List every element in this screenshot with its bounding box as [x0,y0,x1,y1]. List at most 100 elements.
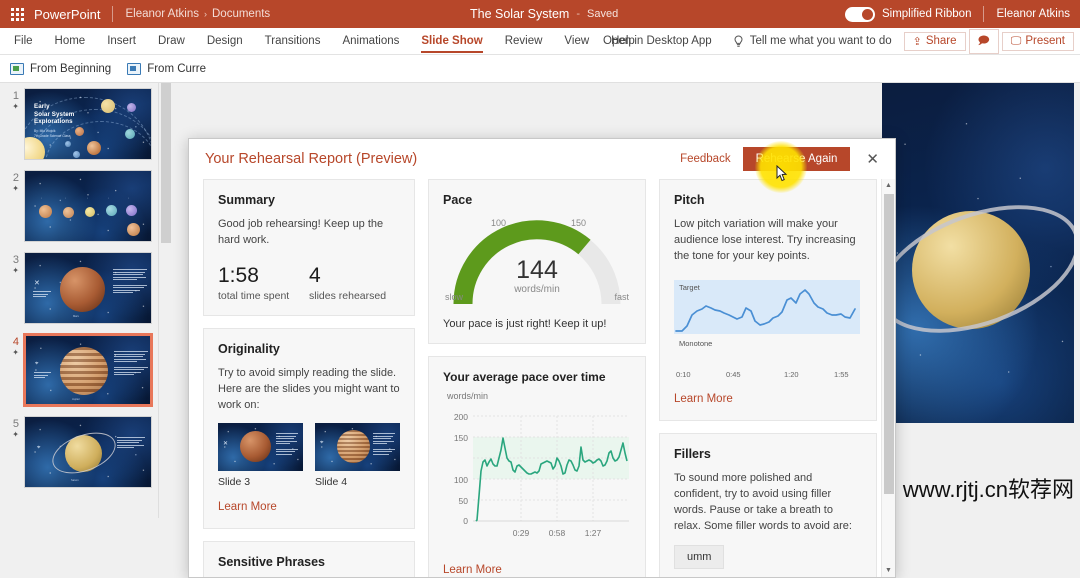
slide-1-subtitle: By: Mia Wojcik7th Grade Science Class [34,129,70,138]
pace-label-slow: slow [445,292,463,302]
tab-slide-show[interactable]: Slide Show [410,28,493,55]
originality-card: Originality Try to avoid simply reading … [203,328,415,529]
spacecraft-icon: ⌖ [320,440,323,447]
mouse-cursor-icon [776,165,788,182]
account-name[interactable]: Eleanor Atkins [996,8,1070,20]
slides-rehearsed-label: slides rehearsed [309,290,400,302]
slide-canvas[interactable] [882,83,1074,423]
tab-animations[interactable]: Animations [331,28,410,55]
comments-button[interactable]: 🗩 [969,29,999,54]
pitch-xtick-4: 1:55 [834,370,849,379]
filler-word-list: umm [674,534,862,569]
originality-heading: Originality [218,342,400,356]
originality-learn-more-link[interactable]: Learn More [218,501,277,513]
thumbnail-scrollbar-thumb[interactable] [161,83,171,243]
tab-design[interactable]: Design [196,28,254,55]
rehearse-again-button[interactable]: Rehearse Again [743,147,851,171]
document-title[interactable]: The Solar System [470,7,569,21]
report-column-1: Summary Good job rehearsing! Keep up the… [203,179,415,577]
slides-rehearsed-value: 4 [309,264,400,288]
app-launcher-icon[interactable] [0,8,34,21]
planet-item [127,223,140,236]
scroll-down-icon[interactable]: ▼ [882,564,895,577]
total-time-value: 1:58 [218,264,309,288]
thumbnail-item-1[interactable]: 1 ✦ EarlySolar SystemExplorations By: Mi… [0,88,172,160]
tab-home[interactable]: Home [44,28,97,55]
tab-review[interactable]: Review [494,28,554,55]
thumbnail-number-3: 3 [4,254,19,266]
pitch-band-top-label: Target [679,283,701,292]
slide-text-lines [117,437,145,450]
tab-transitions[interactable]: Transitions [254,28,332,55]
originality-slide-item[interactable]: ⌖ Slide 4 [315,423,400,488]
spacecraft-icon: ⌖ [37,445,40,452]
svg-text:150: 150 [454,433,468,443]
thumbnail-image-2[interactable]: ▫ ▫ ▫ ▫ ▫ [24,170,152,242]
thumbnail-item-5[interactable]: 5 ✦ ⌖ Saturn [0,416,172,488]
titlebar-right: Simplified Ribbon Eleanor Atkins [845,0,1080,28]
planet-small [65,141,71,147]
thumbnail-item-4[interactable]: 4 ✦ ⌖ Jupiter [0,334,172,406]
thumbnail-image-1[interactable]: EarlySolar SystemExplorations By: Mia Wo… [24,88,152,160]
close-icon[interactable]: ✕ [862,150,883,169]
thumbnail-number-5: 5 [4,418,19,430]
originality-slide-item[interactable]: ✕ Slide 3 [218,423,303,488]
present-button[interactable]: 🖵 Present [1002,32,1074,51]
thumbnail-animation-icon-2: ✦ [4,184,19,194]
feedback-link[interactable]: Feedback [680,153,731,165]
present-screen-icon: 🖵 [1011,35,1022,48]
simplified-ribbon-toggle[interactable] [845,7,875,22]
tab-draw[interactable]: Draw [147,28,196,55]
scroll-up-icon[interactable]: ▲ [882,179,895,192]
pitch-xtick-3: 1:20 [784,370,799,379]
originality-slide-thumbnail-3[interactable]: ✕ [218,423,303,471]
pace-learn-more-link[interactable]: Learn More [443,564,502,576]
slide-thumbnail-pane[interactable]: 1 ✦ EarlySolar SystemExplorations By: Mi… [0,83,172,518]
pitch-body: Low pitch variation will make your audie… [674,216,862,264]
originality-slide-caption-4: Slide 4 [315,476,400,488]
thumbnail-item-3[interactable]: 3 ✦ ✕ Mars [0,252,172,324]
summary-stats: 1:58 total time spent 4 slides rehearsed [218,264,400,302]
breadcrumb-user[interactable]: Eleanor Atkins [125,8,199,20]
title-bar: PowerPoint Eleanor Atkins › Documents Th… [0,0,1080,28]
pitch-band-bottom-label: Monotone [679,339,712,348]
originality-slide-list: ✕ Slide 3 ⌖ [218,423,400,488]
thumbnail-image-4[interactable]: ⌖ Jupiter [24,334,152,406]
tell-me-search[interactable]: Tell me what you want to do [724,35,901,48]
thumbnail-image-3[interactable]: ✕ Mars [24,252,152,324]
pitch-learn-more-link[interactable]: Learn More [674,393,733,405]
planet-jupiter [60,347,108,395]
from-beginning-button[interactable]: From Beginning [10,63,111,75]
chevron-right-icon: › [204,9,207,19]
breadcrumb: Eleanor Atkins › Documents [113,8,270,20]
slide-1-title: EarlySolar SystemExplorations [34,103,74,126]
thumbnail-animation-icon-1: ✦ [4,102,19,112]
tab-file[interactable]: File [0,28,44,55]
breadcrumb-folder[interactable]: Documents [212,8,270,20]
tab-insert[interactable]: Insert [96,28,147,55]
pace-gauge: 144 words/min 100 150 slow fast [443,216,631,308]
pace-message: Your pace is just right! Keep it up! [443,318,631,330]
report-column-2: Pace 144 words/min 100 150 slow fast [428,179,646,577]
report-columns: Summary Good job rehearsing! Keep up the… [189,179,881,577]
svg-text:200: 200 [454,412,468,422]
thumbnail-pane-scrollbar[interactable] [158,83,172,518]
planet-mars [240,431,271,462]
dialog-scrollbar-thumb[interactable] [884,194,894,494]
from-current-slide-button[interactable]: From Curre [127,63,206,75]
dialog-scrollbar[interactable]: ▲ ▼ [881,179,895,577]
thumbnail-item-2[interactable]: 2 ✦ ▫ ▫ ▫ ▫ ▫ [0,170,172,242]
thumbnail-image-5[interactable]: ⌖ Saturn [24,416,152,488]
filler-word-chip[interactable]: umm [674,545,724,569]
originality-slide-thumbnail-4[interactable]: ⌖ [315,423,400,471]
share-button[interactable]: ⇪ Share [904,32,966,51]
save-status[interactable]: Saved [587,8,618,20]
pace-chart-ylabel: words/min [447,391,631,401]
open-in-desktop-app-button[interactable]: Open in Desktop App [594,35,721,47]
slide-text-lines [33,291,51,299]
app-name[interactable]: PowerPoint [34,7,112,22]
spacecraft-icon: ⌖ [35,361,38,368]
svg-text:0:29: 0:29 [513,528,530,538]
slide-text-lines [276,433,298,456]
thumbnail-meta-3: 3 ✦ [4,252,24,324]
